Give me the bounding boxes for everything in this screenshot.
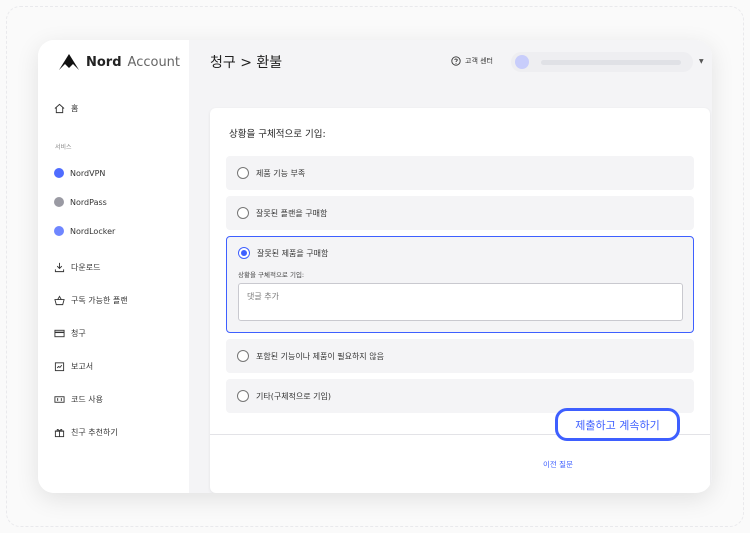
- radio-button-checked[interactable]: [238, 247, 250, 259]
- option-row: 잘못된 제품을 구매함: [238, 247, 328, 259]
- home-icon: [54, 103, 65, 113]
- sidebar-item-redeem-code[interactable]: 코드 사용: [54, 391, 103, 407]
- option-label: 잘못된 제품을 구매함: [257, 248, 329, 258]
- services-heading: 서비스: [55, 144, 72, 151]
- sidebar-item-label: NordLocker: [70, 226, 116, 236]
- radio-button[interactable]: [237, 167, 249, 179]
- sidebar-item-label: 청구: [71, 328, 86, 338]
- credit-card-icon: [54, 329, 65, 337]
- sidebar-item-label: NordPass: [70, 197, 107, 207]
- sidebar-item-home[interactable]: 홈: [54, 100, 78, 116]
- radio-button[interactable]: [237, 390, 249, 402]
- account-menu[interactable]: [511, 52, 693, 72]
- submit-continue-button[interactable]: 제출하고 계속하기: [555, 408, 680, 441]
- help-center-link[interactable]: 고객 센터: [451, 56, 493, 66]
- sidebar-item-label: 보고서: [71, 361, 94, 371]
- sidebar-item-label: 코드 사용: [71, 394, 103, 404]
- sidebar-item-billing[interactable]: 청구: [54, 325, 86, 341]
- help-center-label: 고객 센터: [465, 57, 493, 65]
- option-label: 제품 기능 부족: [256, 168, 306, 178]
- option-label: 잘못된 플랜을 구매함: [256, 208, 328, 218]
- account-email-blurred: [541, 60, 681, 65]
- sidebar-item-reports[interactable]: 보고서: [54, 358, 93, 374]
- report-icon: [54, 361, 65, 371]
- option-wrong-product[interactable]: 잘못된 제품을 구매함 상황을 구체적으로 기입:: [226, 236, 694, 333]
- option-wrong-plan[interactable]: 잘못된 플랜을 구매함: [226, 196, 694, 230]
- sidebar-item-label: 다운로드: [71, 262, 101, 272]
- sidebar-item-label: NordVPN: [70, 168, 106, 178]
- download-icon: [54, 262, 65, 272]
- option-label: 기타(구체적으로 기입): [256, 391, 332, 401]
- nord-logo[interactable]: Nord Account: [58, 52, 180, 72]
- question-circle-icon: [451, 56, 461, 66]
- nord-mountain-icon: [59, 54, 79, 70]
- sidebar-item-refer-friend[interactable]: 친구 추천하기: [54, 424, 118, 440]
- sidebar-item-download[interactable]: 다운로드: [54, 259, 100, 275]
- option-features-not-needed[interactable]: 포함된 기능이나 제품이 필요하지 않음: [226, 339, 694, 373]
- comment-input[interactable]: [238, 283, 683, 321]
- sidebar-item-label: 구독 가능한 플랜: [71, 295, 128, 305]
- sidebar-item-label: 친구 추천하기: [71, 427, 118, 437]
- option-label: 포함된 기능이나 제품이 필요하지 않음: [256, 351, 384, 361]
- option-missing-features[interactable]: 제품 기능 부족: [226, 156, 694, 190]
- avatar: [515, 55, 529, 69]
- nordvpn-icon: [54, 168, 64, 178]
- radio-button[interactable]: [237, 207, 249, 219]
- sidebar-item-plans[interactable]: 구독 가능한 플랜: [54, 292, 128, 308]
- form-prompt: 상황을 구체적으로 기입:: [229, 129, 326, 140]
- radio-button[interactable]: [237, 350, 249, 362]
- sidebar-item-nordlocker[interactable]: NordLocker: [54, 223, 115, 239]
- sidebar-item-nordvpn[interactable]: NordVPN: [54, 165, 105, 181]
- nordlocker-icon: [54, 226, 64, 236]
- ticket-icon: [54, 395, 65, 403]
- sidebar-item-label: 홈: [71, 103, 79, 113]
- page-title: 청구 > 환불: [210, 55, 283, 71]
- brand-product: Account: [127, 54, 181, 70]
- basket-icon: [54, 294, 65, 305]
- sidebar: Nord Account 홈 서비스 NordVPN NordPass Nord…: [38, 40, 189, 493]
- sidebar-item-nordpass[interactable]: NordPass: [54, 194, 107, 210]
- gift-icon: [54, 428, 65, 437]
- chevron-down-icon[interactable]: ▼: [699, 58, 704, 65]
- brand-name: Nord: [86, 54, 122, 70]
- previous-question-link[interactable]: 이전 질문: [543, 459, 573, 470]
- detail-label: 상황을 구체적으로 기입:: [238, 271, 305, 279]
- nordpass-icon: [54, 197, 64, 207]
